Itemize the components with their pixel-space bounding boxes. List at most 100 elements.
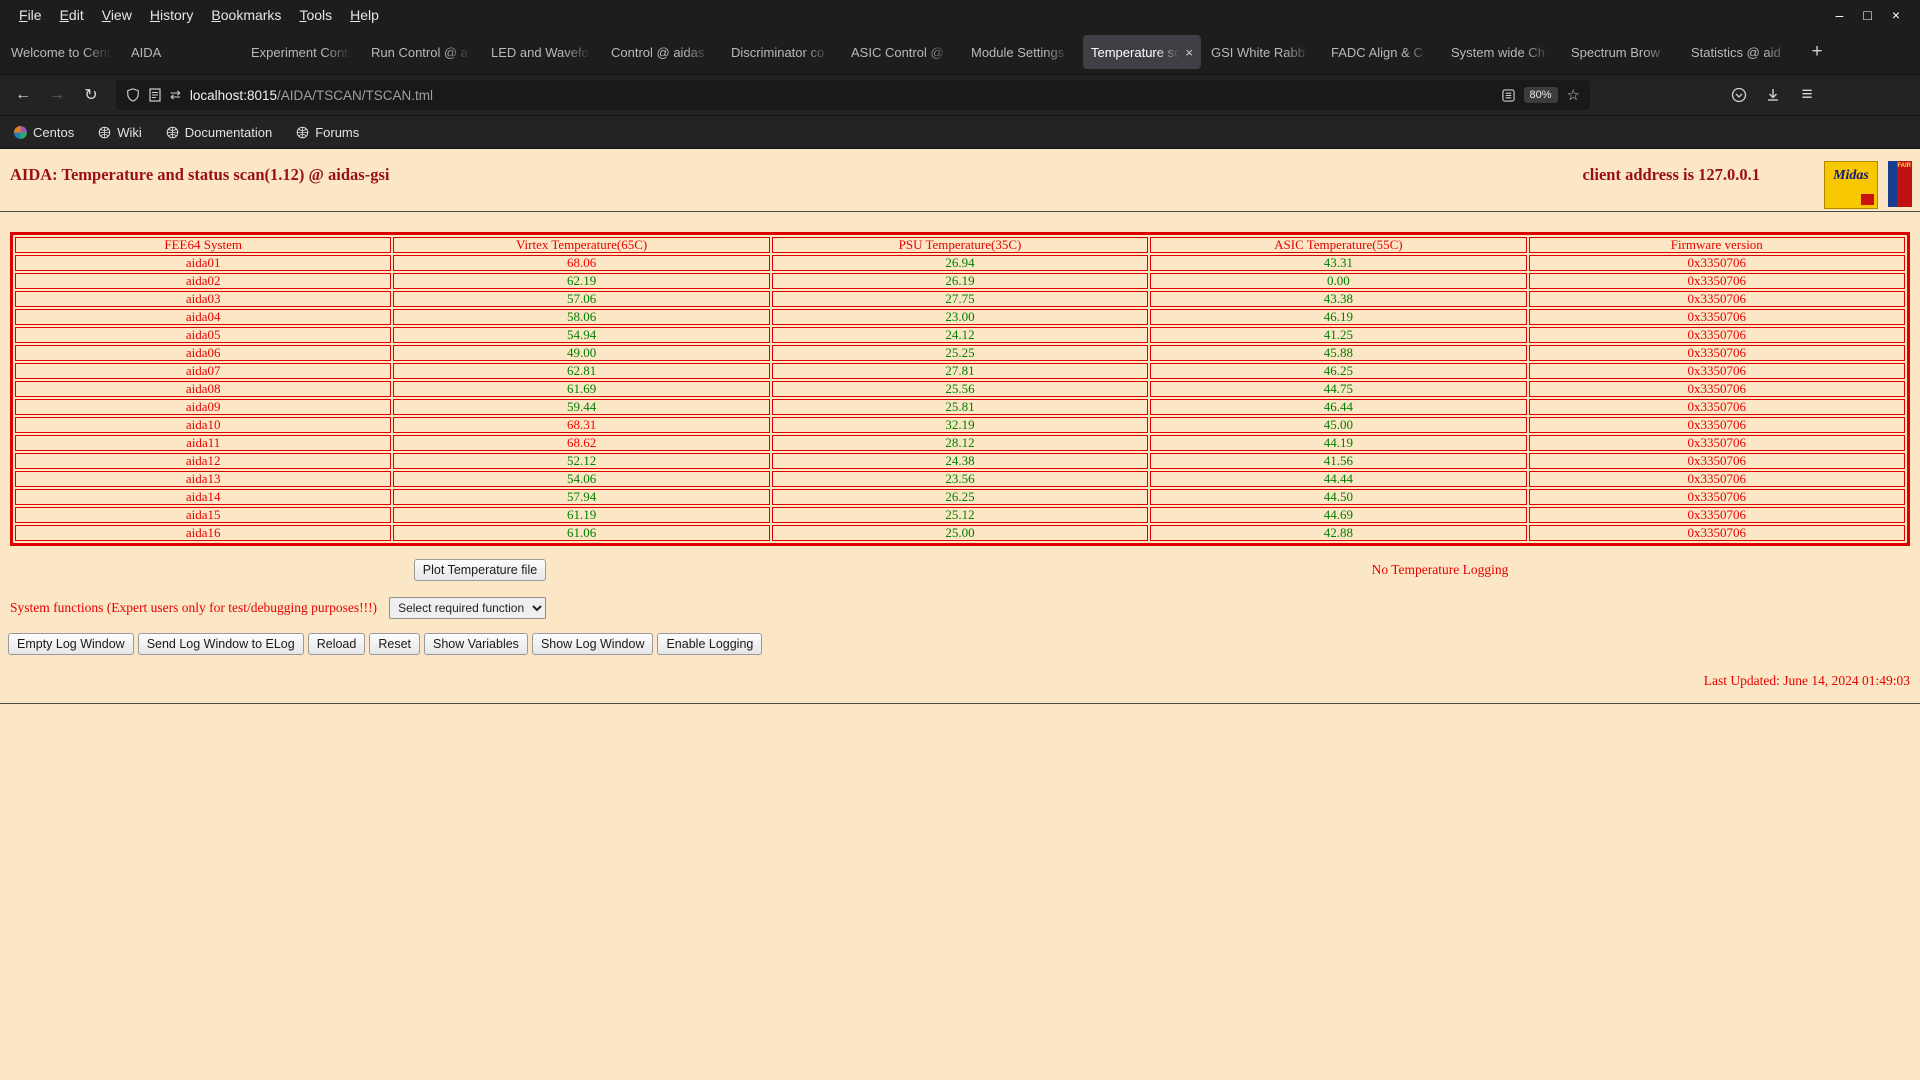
- table-row: aida02 62.19 26.19 0.00 0x3350706: [15, 273, 1905, 289]
- tab-discriminator-co[interactable]: Discriminator co: [723, 35, 841, 69]
- send-log-window-to-elog-button[interactable]: Send Log Window to ELog: [137, 633, 304, 655]
- tab-fadc-align-c[interactable]: FADC Align & C: [1323, 35, 1441, 69]
- permissions-icon[interactable]: ⇄: [170, 87, 181, 103]
- virtex-temperature-cell: 52.12: [393, 453, 770, 469]
- minimize-button[interactable]: –: [1836, 7, 1844, 23]
- virtex-temperature-cell: 49.00: [393, 345, 770, 361]
- firmware-version-cell: 0x3350706: [1528, 327, 1905, 343]
- tab-label: AIDA: [131, 44, 162, 60]
- bookmark-wiki[interactable]: Wiki: [98, 125, 142, 140]
- virtex-temperature-cell: 59.44: [393, 399, 770, 415]
- centos-icon: [14, 125, 27, 139]
- bookmark-star-icon[interactable]: ☆: [1567, 86, 1580, 104]
- psu-temperature-cell: 25.12: [771, 507, 1149, 523]
- column-header-fee64-system: FEE64 System: [15, 237, 392, 253]
- reset-button[interactable]: Reset: [369, 633, 420, 655]
- page-info-icon[interactable]: [149, 88, 161, 102]
- asic-temperature-cell: 45.00: [1150, 417, 1527, 433]
- reader-view-icon[interactable]: [1501, 88, 1515, 102]
- tab-asic-control[interactable]: ASIC Control @: [843, 35, 961, 69]
- reload-icon[interactable]: ↻: [76, 80, 106, 110]
- asic-temperature-cell: 45.88: [1150, 345, 1527, 361]
- firmware-version-cell: 0x3350706: [1528, 489, 1905, 505]
- table-row: aida12 52.12 24.38 41.56 0x3350706: [15, 453, 1905, 469]
- asic-temperature-cell: 44.50: [1150, 489, 1527, 505]
- tab-label: Control @ aidas: [611, 44, 705, 60]
- tab-statistics-aid[interactable]: Statistics @ aid: [1683, 35, 1801, 69]
- bookmarks-bar: Centos Wiki Documentation Forums: [0, 116, 1920, 149]
- action-buttons-row: Empty Log Window Send Log Window to ELog R…: [8, 633, 1920, 655]
- fee64-system-cell: aida05: [15, 327, 392, 343]
- show-variables-button[interactable]: Show Variables: [424, 633, 528, 655]
- menu-tools[interactable]: Tools: [290, 7, 341, 23]
- tab-run-control-a[interactable]: Run Control @ a: [363, 35, 481, 69]
- tab-label: System wide Ch: [1451, 44, 1545, 60]
- table-row: aida06 49.00 25.25 45.88 0x3350706: [15, 345, 1905, 361]
- logos: Midas FAIR: [1824, 161, 1912, 209]
- virtex-temperature-cell: 57.94: [393, 489, 770, 505]
- menu-bookmarks[interactable]: Bookmarks: [202, 7, 290, 23]
- plot-temperature-file-button[interactable]: Plot Temperature file: [413, 559, 547, 581]
- bookmark-label: Forums: [315, 124, 360, 140]
- asic-temperature-cell: 0.00: [1150, 273, 1527, 289]
- bookmark-documentation[interactable]: Documentation: [166, 125, 272, 140]
- url-bar[interactable]: ⇄ localhost:8015/AIDA/TSCAN/TSCAN.tml 80…: [116, 80, 1590, 110]
- tab-label: Run Control @ a: [371, 44, 469, 60]
- menu-edit[interactable]: Edit: [51, 7, 93, 23]
- fair-logo-text: FAIR: [1897, 163, 1911, 169]
- back-icon[interactable]: ←: [8, 80, 38, 110]
- shield-icon[interactable]: [126, 88, 140, 102]
- function-select[interactable]: Select required function: [389, 597, 547, 619]
- firmware-version-cell: 0x3350706: [1528, 309, 1905, 325]
- bookmark-forums[interactable]: Forums: [296, 125, 359, 140]
- tab-gsi-white-rabb[interactable]: GSI White Rabb: [1203, 35, 1321, 69]
- menu-history[interactable]: History: [141, 7, 203, 23]
- bookmark-centos[interactable]: Centos: [14, 125, 74, 140]
- asic-temperature-cell: 41.56: [1150, 453, 1527, 469]
- tab-spectrum-brow[interactable]: Spectrum Brow: [1563, 35, 1681, 69]
- plot-button-area: Plot Temperature file: [0, 559, 960, 581]
- page-title: AIDA: Temperature and status scan(1.12) …: [10, 165, 390, 184]
- asic-temperature-cell: 41.25: [1150, 327, 1527, 343]
- tab-led-and-wavefo[interactable]: LED and Wavefo: [483, 35, 601, 69]
- tab-temperature-sc[interactable]: Temperature sc ×: [1083, 35, 1201, 69]
- virtex-temperature-cell: 61.69: [393, 381, 770, 397]
- virtex-temperature-cell: 57.06: [393, 291, 770, 307]
- menu-help[interactable]: Help: [341, 7, 388, 23]
- show-log-window-button[interactable]: Show Log Window: [531, 633, 654, 655]
- maximize-button[interactable]: □: [1863, 7, 1871, 23]
- downloads-icon[interactable]: [1758, 80, 1788, 110]
- tab-label: ASIC Control @: [851, 44, 944, 60]
- midas-logo: Midas: [1824, 161, 1878, 209]
- tab-system-wide-ch[interactable]: System wide Ch: [1443, 35, 1561, 69]
- tab-close-icon[interactable]: ×: [1185, 45, 1193, 60]
- globe-icon: [166, 126, 179, 139]
- virtex-temperature-cell: 68.62: [393, 435, 770, 451]
- menu-view[interactable]: View: [93, 7, 141, 23]
- firmware-version-cell: 0x3350706: [1528, 525, 1905, 541]
- tab-experiment-cont[interactable]: Experiment Cont: [243, 35, 361, 69]
- window-controls: – □ ×: [1836, 7, 1910, 23]
- enable-logging-button[interactable]: Enable Logging: [657, 633, 763, 655]
- menu-file[interactable]: File: [10, 7, 51, 23]
- tab-module-settings[interactable]: Module Settings: [963, 35, 1081, 69]
- asic-temperature-cell: 42.88: [1150, 525, 1527, 541]
- zoom-indicator[interactable]: 80%: [1523, 87, 1558, 103]
- navigation-toolbar: ← → ↻ ⇄ localhost:8015/AIDA/TSCAN/TSCAN.…: [0, 75, 1920, 116]
- close-button[interactable]: ×: [1892, 7, 1900, 23]
- firmware-version-cell: 0x3350706: [1528, 453, 1905, 469]
- empty-log-window-button[interactable]: Empty Log Window: [8, 633, 134, 655]
- tab-aida[interactable]: AIDA: [123, 35, 241, 69]
- tab-welcome-to-cent[interactable]: Welcome to Cent: [3, 35, 121, 69]
- reload-button[interactable]: Reload: [307, 633, 366, 655]
- forward-icon[interactable]: →: [42, 80, 72, 110]
- psu-temperature-cell: 32.19: [771, 417, 1149, 433]
- tab-control-aidas[interactable]: Control @ aidas: [603, 35, 721, 69]
- tab-label: Module Settings: [971, 44, 1065, 60]
- pocket-icon[interactable]: [1724, 80, 1754, 110]
- table-row: aida01 68.06 26.94 43.31 0x3350706: [15, 255, 1905, 271]
- tab-label: FADC Align & C: [1331, 44, 1423, 60]
- column-header-psu-temperature-35c: PSU Temperature(35C): [771, 237, 1149, 253]
- app-menu-icon[interactable]: ≡: [1792, 80, 1822, 110]
- new-tab-button[interactable]: +: [1802, 37, 1832, 67]
